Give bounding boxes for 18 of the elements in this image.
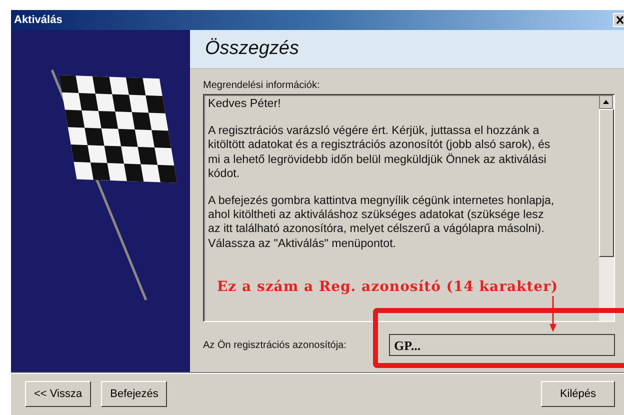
paragraph: Kedves Péter! bbox=[208, 97, 282, 112]
order-info-text-area[interactable] bbox=[203, 94, 615, 322]
registration-id-field[interactable]: GP... bbox=[389, 334, 615, 356]
scrollbar[interactable] bbox=[599, 95, 614, 321]
page-title: Összegzés bbox=[205, 38, 299, 60]
annotation-text: Ez a szám a Reg. azonosító (14 karakter) bbox=[217, 279, 558, 295]
registration-id-label: Az Ön regisztrációs azonosítója: bbox=[203, 340, 348, 350]
scroll-up-icon[interactable] bbox=[599, 95, 613, 109]
wizard-button[interactable]: Befejezés bbox=[101, 381, 168, 407]
exit-button[interactable]: Kilépés bbox=[541, 381, 615, 407]
close-icon[interactable] bbox=[613, 13, 624, 27]
annotation-arrow bbox=[549, 296, 557, 332]
wizard-button[interactable]: << Vissza bbox=[25, 381, 92, 407]
order-info-label: Megrendelési információk: bbox=[203, 80, 321, 92]
window-title: Aktiválás bbox=[13, 14, 62, 26]
paragraph: A befejezés gombra kattintva megnyílik cégünk internetes honlapja, ahol kitöltheti az aktiváláshoz szükséges adatokat (szüksége lesz az itt található azonosítóra, melyet célszerű a vágólapra másolni). Válassza az "Aktiválás" menüpontot. bbox=[208, 194, 556, 251]
scroll-thumb[interactable] bbox=[599, 109, 614, 257]
paragraph: A regisztrációs varázsló végére ért. Kérjük, juttassa el hozzánk a kitöltött adatokat és a regisztrációs azonosítót (jobb alsó sarok), és mi a lehető legrövidebb időn belül megküldjük Önnek az aktiválási kódot. bbox=[208, 124, 552, 182]
